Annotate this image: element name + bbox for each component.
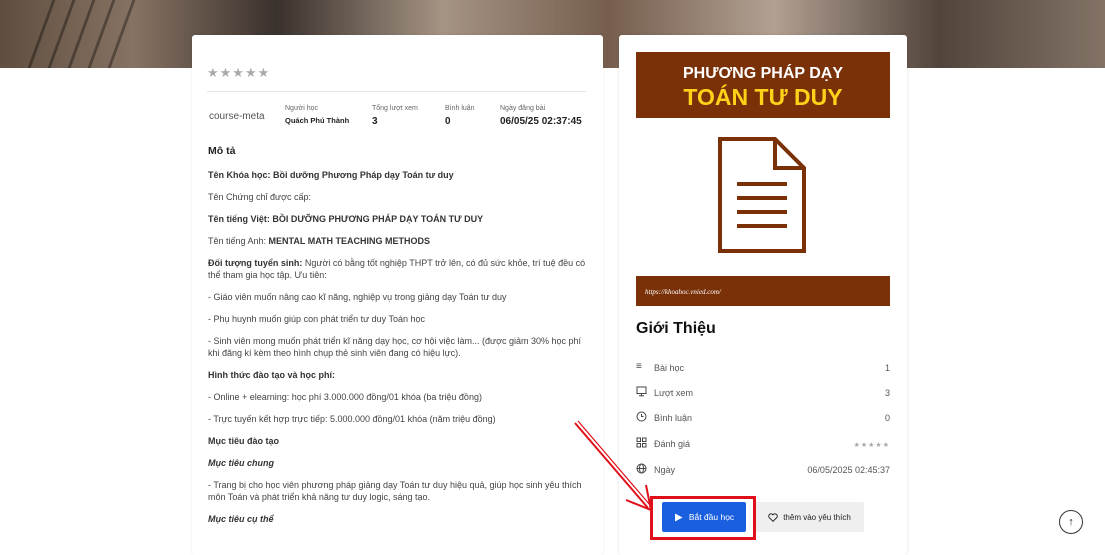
banner-line-1: PHƯƠNG PHÁP DẠY xyxy=(683,65,843,82)
meta-student-label: Người học xyxy=(285,105,319,112)
banner-line-2: TOÁN TƯ DUY xyxy=(683,84,843,110)
meta-views-label: Tổng lượt xem xyxy=(372,105,418,112)
grid-icon xyxy=(636,437,648,451)
course-description: Mô tả Tên Khóa học: Bồi dưỡng Phương Phá… xyxy=(208,145,588,535)
meta-comments: Bình luận 0 xyxy=(445,105,475,127)
clock-icon xyxy=(636,411,648,425)
certificate-label: Tên Chứng chỉ được cấp: xyxy=(208,192,311,202)
fee-heading: Hình thức đào tạo và học phí: xyxy=(208,370,336,380)
priority-item: - Phụ huynh muốn giúp con phát triển tư … xyxy=(208,314,426,324)
highlight-box xyxy=(650,496,756,540)
info-row-comments: Bình luận 0 xyxy=(636,411,890,426)
meta-posted-label: Ngày đăng bài xyxy=(500,105,546,112)
info-row-lessons: ≡ Bài học 1 xyxy=(636,361,890,376)
scroll-to-top-button[interactable]: ↑ xyxy=(1059,510,1083,534)
divider xyxy=(207,91,586,92)
meta-views-value: 3 xyxy=(372,116,378,127)
add-favorite-button[interactable]: thêm vào yêu thích xyxy=(755,502,864,532)
url-text: https://khoahoc.vnied.com/ xyxy=(645,288,721,296)
info-value: 3 xyxy=(884,388,890,398)
meta-comments-label: Bình luận xyxy=(445,105,475,112)
course-detail-card: ★★★★★ course-meta Người học Quách Phú Th… xyxy=(192,35,603,555)
info-row-date: Ngày 06/05/2025 02:45:37 xyxy=(636,463,890,478)
fee-item: - Trực tuyến kết hợp trực tiếp: 5.000.00… xyxy=(208,414,496,424)
arrow-up-icon: ↑ xyxy=(1068,516,1074,528)
document-icon xyxy=(718,137,806,253)
priority-item: - Giáo viên muốn nâng cao kĩ năng, nghiệ… xyxy=(208,292,507,302)
description-heading: Mô tả xyxy=(208,145,236,157)
info-value: 1 xyxy=(884,363,890,373)
meta-posted-value: 06/05/25 02:37:45 xyxy=(500,116,582,127)
info-label: Bài học xyxy=(654,363,685,373)
info-row-views: Lượt xem 3 xyxy=(636,386,890,401)
info-label: Lượt xem xyxy=(654,388,693,398)
target-label: Đối tượng tuyển sinh: xyxy=(208,258,303,268)
url-bar: https://khoahoc.vnied.com/ xyxy=(636,276,890,306)
globe-icon xyxy=(636,463,648,477)
course-thumbnail-banner: PHƯƠNG PHÁP DẠY TOÁN TƯ DUY xyxy=(636,52,890,118)
info-value: 06/05/2025 02:45:37 xyxy=(807,465,890,475)
general-goal-heading: Mục tiêu chung xyxy=(208,458,274,468)
monitor-icon xyxy=(636,386,648,400)
heart-icon xyxy=(768,512,778,522)
course-meta-image: course-meta xyxy=(209,111,265,122)
general-goal-text: - Trang bị cho học viên phương pháp giản… xyxy=(208,480,582,502)
info-label: Ngày xyxy=(654,465,676,475)
course-sidebar-card: PHƯƠNG PHÁP DẠY TOÁN TƯ DUY https://khoa… xyxy=(619,35,907,555)
info-label: Bình luận xyxy=(654,413,693,423)
en-name-value: MENTAL MATH TEACHING METHODS xyxy=(268,236,431,246)
info-label: Đánh giá xyxy=(654,439,691,449)
goals-heading: Mục tiêu đào tạo xyxy=(208,436,280,446)
en-name-label: Tên tiếng Anh: xyxy=(208,236,269,246)
add-favorite-label: thêm vào yêu thích xyxy=(783,512,851,522)
meta-posted: Ngày đăng bài 06/05/25 02:37:45 xyxy=(500,105,582,127)
meta-student: Người học Quách Phú Thành xyxy=(285,105,349,125)
fee-item: - Online + elearning: học phí 3.000.000 … xyxy=(208,392,482,402)
specific-goal-heading: Mục tiêu cụ thể xyxy=(208,514,274,524)
list-icon: ≡ xyxy=(636,361,642,372)
course-name: Tên Khóa học: Bồi dưỡng Phương Pháp dạy … xyxy=(208,170,454,180)
meta-views: Tổng lượt xem 3 xyxy=(372,105,418,127)
info-row-rating: Đánh giá ★★★★★ xyxy=(636,437,890,452)
intro-title: Giới Thiệu xyxy=(636,320,716,337)
info-value-stars: ★★★★★ xyxy=(853,442,890,449)
info-value: 0 xyxy=(884,413,890,423)
priority-item: - Sinh viên mong muốn phát triển kĩ năng… xyxy=(208,336,582,358)
meta-student-value[interactable]: Quách Phú Thành xyxy=(285,116,349,125)
rating-stars[interactable]: ★★★★★ xyxy=(207,65,270,81)
vn-name: Tên tiếng Việt: BỒI DƯỠNG PHƯƠNG PHÁP DẠ… xyxy=(208,214,484,224)
meta-comments-value: 0 xyxy=(445,116,451,127)
